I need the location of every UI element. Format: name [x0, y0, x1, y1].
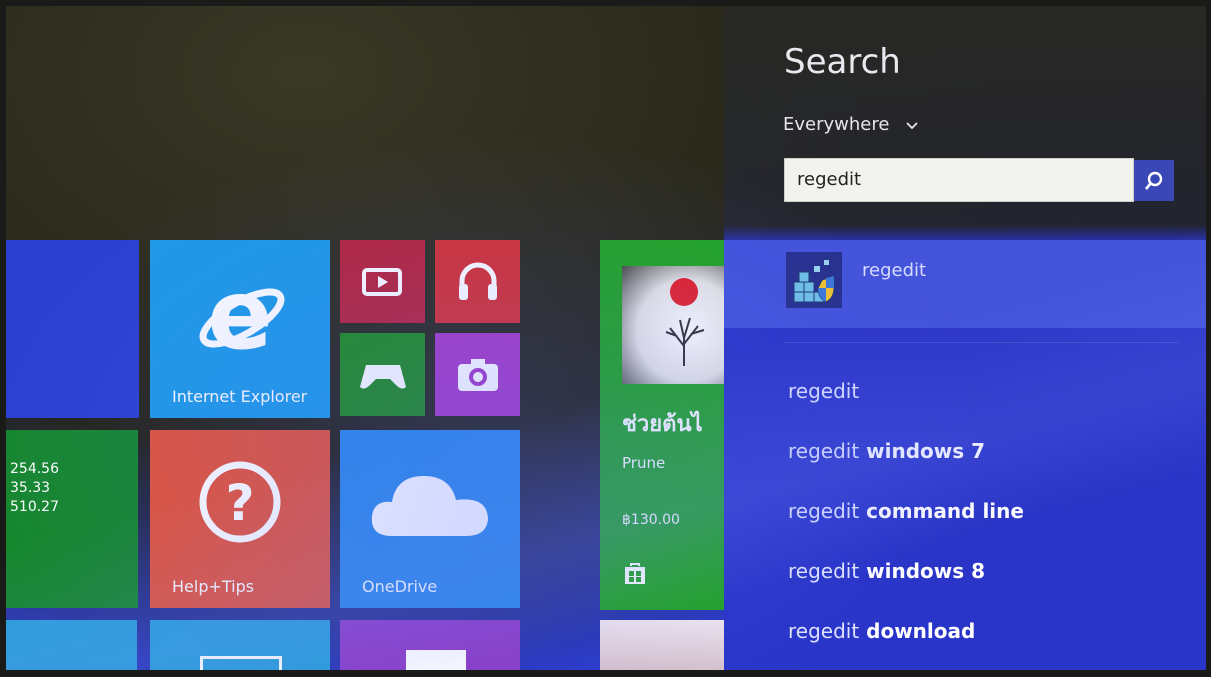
search-scope-label: Everywhere — [783, 114, 890, 135]
tile-store-app[interactable]: ช่วยต้นไ Prune ฿130.00 — [600, 240, 730, 610]
suggestion-item[interactable]: regedit — [788, 379, 859, 403]
top-result-regedit[interactable]: regedit — [724, 240, 1206, 328]
camera-icon — [455, 355, 501, 395]
help-icon: ? — [198, 460, 282, 544]
suggestion-item[interactable]: regedit command line — [788, 499, 1024, 523]
search-pane: Search Everywhere regedit regedit regedi… — [724, 6, 1206, 670]
registry-editor-icon — [786, 252, 842, 308]
start-screen: 254.56 35.33 510.27 e Internet Explorer — [6, 6, 1206, 670]
headphones-icon — [455, 258, 501, 304]
store-app-price: ฿130.00 — [622, 512, 680, 528]
search-pane-title: Search — [784, 42, 901, 82]
store-app-subtitle: Prune — [622, 454, 666, 472]
tile-video[interactable] — [340, 240, 425, 323]
tile-finance[interactable]: 254.56 35.33 510.27 — [6, 430, 138, 608]
desktop-icon — [200, 656, 282, 670]
app-artwork — [622, 266, 730, 384]
search-button[interactable] — [1134, 160, 1174, 201]
top-result-label: regedit — [862, 260, 927, 281]
finance-values: 254.56 35.33 510.27 — [10, 461, 59, 515]
tile-partial-bottom-3[interactable] — [600, 620, 730, 670]
results-divider — [784, 342, 1179, 343]
search-icon — [1144, 171, 1164, 191]
tile-help-tips[interactable]: ? Help+Tips — [150, 430, 330, 608]
search-input[interactable] — [797, 169, 1117, 190]
tile-games[interactable] — [340, 333, 425, 416]
game-controller-icon — [358, 357, 408, 393]
store-icon — [622, 560, 648, 586]
video-icon — [360, 264, 404, 300]
chevron-down-icon — [905, 115, 919, 136]
suggestion-item[interactable]: regedit download — [788, 619, 975, 643]
tile-onedrive[interactable]: OneDrive — [340, 430, 520, 608]
suggestion-item[interactable]: regedit windows 8 — [788, 559, 985, 583]
mail-icon — [406, 650, 466, 670]
tile-label-onedrive: OneDrive — [362, 577, 438, 596]
svg-text:?: ? — [225, 474, 254, 532]
tile-partial-top-left[interactable] — [6, 240, 139, 418]
cloud-icon — [366, 466, 494, 542]
tile-label-internet-explorer: Internet Explorer — [172, 387, 308, 406]
tile-partial-bottom-left[interactable] — [6, 620, 137, 670]
tile-internet-explorer[interactable]: e Internet Explorer — [150, 240, 330, 418]
store-app-title: ช่วยต้นไ — [622, 412, 703, 437]
tile-music[interactable] — [435, 240, 520, 323]
search-scope-dropdown[interactable]: Everywhere — [783, 114, 919, 136]
internet-explorer-icon: e — [190, 270, 290, 360]
search-input-box[interactable] — [784, 158, 1134, 202]
tile-partial-bottom-1[interactable] — [150, 620, 330, 670]
tile-partial-bottom-2[interactable] — [340, 620, 520, 670]
tile-label-help-tips: Help+Tips — [172, 577, 255, 596]
suggestion-item[interactable]: regedit windows 7 — [788, 439, 985, 463]
tile-camera[interactable] — [435, 333, 520, 416]
